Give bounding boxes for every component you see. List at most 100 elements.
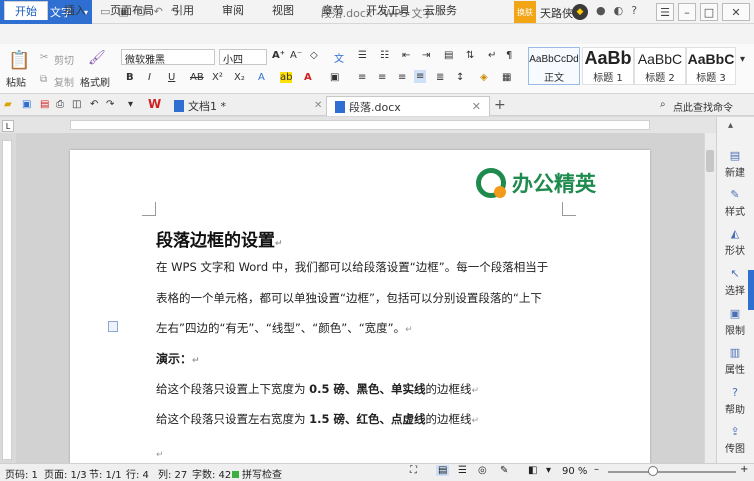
subscript-icon[interactable]: X₂ [234,72,245,83]
help-icon[interactable]: ? [631,4,637,17]
format-painter-icon[interactable]: 🖌 [88,50,106,66]
format-painter-button[interactable]: 格式刷 [80,74,110,89]
user-name[interactable]: 天路侠 [540,5,573,21]
shrink-font-icon[interactable]: A⁻ [290,50,302,61]
tab-references[interactable]: 引用 [172,2,194,18]
status-row[interactable]: 行: 4 [126,466,149,481]
zoom-out-icon[interactable]: – [594,464,599,475]
collapse-panel-icon[interactable]: ▴ [728,120,733,131]
status-page-number[interactable]: 页码: 1 [5,466,38,481]
side-item-properties[interactable]: ▥ 属性 [716,347,754,377]
search-command-input[interactable]: 点此查找命令 [673,99,733,114]
justify-icon[interactable]: ≡ [414,70,427,83]
indent-icon[interactable]: ⇥ [422,50,430,61]
doc-tab-1[interactable]: 文档1 * [166,96,234,116]
style-normal[interactable]: AaBbCcDd 正文 [528,47,580,85]
skin-button[interactable]: 换肤 [514,1,536,23]
menu-icon[interactable]: ☰ [656,3,674,21]
numbering-icon[interactable]: ☷ [380,50,389,61]
tab-view[interactable]: 视图 [272,2,294,18]
close-tab-icon[interactable]: ✕ [314,100,322,111]
tab-cloud[interactable]: 云服务 [424,2,457,18]
status-section[interactable]: 节: 1/1 [89,466,122,481]
side-item-help[interactable]: ? 帮助 [716,387,754,417]
vertical-scrollbar[interactable] [704,133,716,463]
theme-icon[interactable]: ◐ [614,4,624,17]
outdent-icon[interactable]: ⇤ [402,50,410,61]
customize-icon[interactable]: ▾ [128,99,133,110]
paragraph-layout-icon[interactable] [108,321,118,332]
demo-line-b[interactable]: 给这个段落只设置左右宽度为 1.5 磅、红色、点虚线的边框线↵ [156,411,479,427]
close-tab-icon[interactable]: ✕ [472,100,481,113]
paste-button[interactable]: 粘贴 [6,74,26,89]
cut-icon[interactable]: ✂ [40,52,48,63]
tab-insert[interactable]: 插入 [64,2,86,18]
zoom-in-icon[interactable]: + [740,464,748,475]
open-folder-icon[interactable]: ▭ [100,5,110,19]
redo-quick-icon[interactable]: ↷ [106,99,114,110]
write-mode-icon[interactable]: ✎ [500,465,508,476]
tab-page-layout[interactable]: 页面布局 [110,2,154,18]
copy-button[interactable]: 复制 [54,74,74,89]
search-icon[interactable]: ⌕ [660,99,666,110]
text-effect-icon[interactable]: A [258,72,265,83]
status-pages[interactable]: 页面: 1/3 [44,466,87,481]
clear-format-icon[interactable]: ◇ [310,50,318,61]
tab-developer[interactable]: 开发工具 [366,2,410,18]
side-item-new[interactable]: ▤ 新建 [716,150,754,180]
tab-chapter[interactable]: 章节 [322,2,344,18]
distribute-icon[interactable]: ≣ [436,72,444,83]
pilcrow-icon[interactable]: ¶ [506,50,512,61]
italic-icon[interactable]: I [148,72,151,83]
highlight-icon[interactable]: ab [280,72,293,83]
outline-view-icon[interactable]: ☰ [458,465,467,476]
strikethrough-icon[interactable]: AB [190,72,204,83]
doc-tab-2[interactable]: 段落.docx ✕ [326,96,490,116]
style-heading-2[interactable]: AaBbC 标题 2 [634,47,686,85]
tab-stop-selector[interactable]: L [2,120,14,132]
tab-home[interactable]: 开始 [4,1,48,20]
body-line-1[interactable]: 在 WPS 文字和 Word 中，我们都可以给段落设置“边框”。每一个段落相当于 [156,259,548,275]
zoom-menu-icon[interactable]: ▾ [546,465,551,476]
copy-icon[interactable]: ⧉ [40,74,47,85]
style-heading-3[interactable]: AaBbC 标题 3 [686,47,736,85]
open-icon[interactable]: ▰ [4,99,12,110]
body-line-3[interactable]: 左右”四边的“有无”、“线型”、“颜色”、“宽度”。↵ [156,320,413,336]
phonetic-icon[interactable]: 文 [334,50,344,65]
horizontal-ruler[interactable] [70,120,650,130]
spell-check-toggle[interactable]: 拼写检查 [232,466,282,481]
page-view-icon[interactable]: ▤ [436,465,450,476]
underline-icon[interactable]: U [168,72,175,83]
font-size-select[interactable]: 小四 [219,49,267,66]
save-quick-icon[interactable]: ▣ [22,99,31,110]
print-preview-icon[interactable]: ◫ [72,99,81,110]
avatar[interactable]: ◆ [572,4,588,20]
cut-button[interactable]: 剪切 [54,52,74,67]
palette-icon[interactable]: ● [596,4,606,17]
align-left-icon[interactable]: ≡ [358,72,366,83]
status-word-count[interactable]: 字数: 425 [192,466,238,481]
side-item-upload[interactable]: ⇪ 传图 [716,426,754,456]
font-name-select[interactable]: 微软雅黑 [121,49,215,66]
style-heading-1[interactable]: AaBb 标题 1 [582,47,634,85]
document-heading[interactable]: 段落边框的设置↵ [156,226,283,251]
border-icon[interactable]: ▦ [502,72,511,83]
zoom-slider[interactable] [608,471,736,473]
line-spacing-icon[interactable]: ↕ [456,72,464,83]
focus-mode-icon[interactable]: ⛶ [410,465,417,476]
side-item-shape[interactable]: ◭ 形状 [716,228,754,258]
new-tab-icon[interactable]: + [494,97,506,113]
zoom-slider-handle[interactable] [648,466,658,476]
grow-font-icon[interactable]: A⁺ [272,50,285,61]
side-item-restrict[interactable]: ▣ 限制 [716,308,754,338]
tab-review[interactable]: 审阅 [222,2,244,18]
styles-more-icon[interactable]: ▾ [740,54,745,65]
zoom-level[interactable]: 90 % [562,466,587,477]
bold-icon[interactable]: B [126,72,134,83]
scrollbar-thumb[interactable] [706,150,714,172]
superscript-icon[interactable]: X² [212,72,223,83]
sort-icon[interactable]: ⇅ [466,50,474,61]
char-border-icon[interactable]: ▣ [330,72,339,83]
web-view-icon[interactable]: ◎ [478,465,487,476]
font-color-icon[interactable]: A [304,72,312,83]
